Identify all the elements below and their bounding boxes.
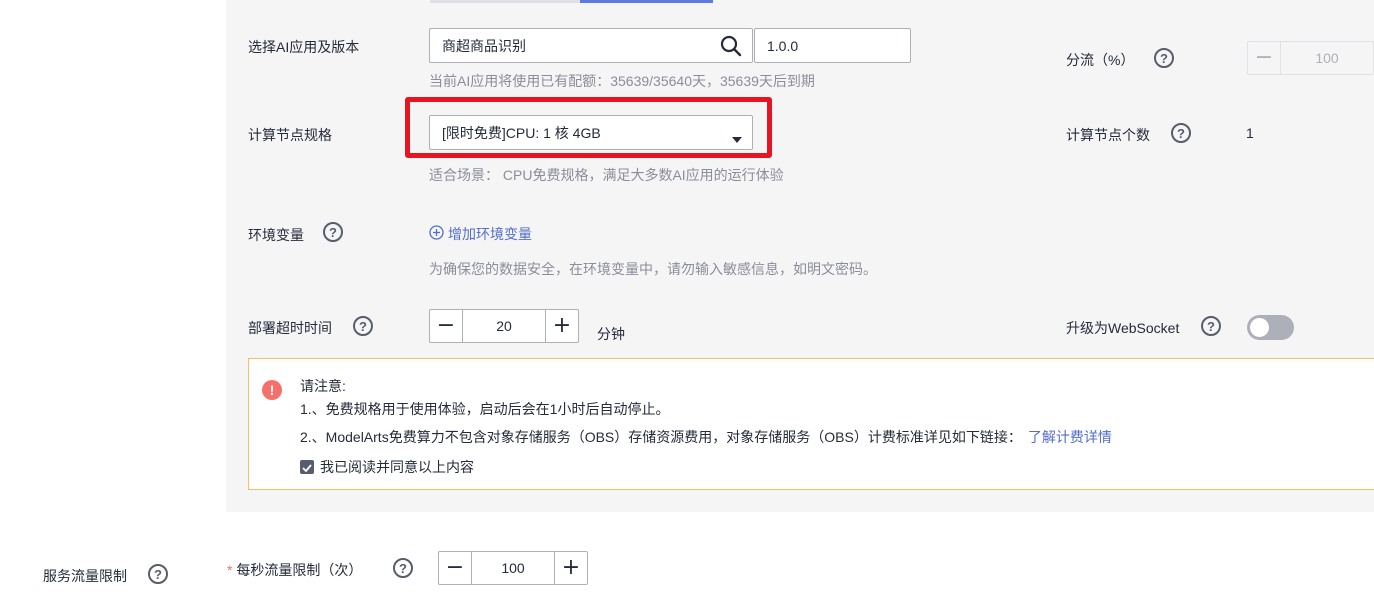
toggle-knob [1250,318,1269,337]
add-env-var-label[interactable]: 增加环境变量 [448,224,532,244]
traffic-split-label: 分流（%） [1066,52,1135,68]
help-icon[interactable]: ? [1171,123,1191,143]
required-mark: * 每秒流量限制（次） [227,560,362,580]
add-env-var-link[interactable]: 增加环境变量 [429,224,532,244]
minus-button[interactable]: − [430,310,462,342]
highlight-box [405,97,772,158]
node-count-value: 1 [1246,125,1254,141]
agree-label[interactable]: 我已阅读并同意以上内容 [320,457,474,477]
search-icon[interactable] [720,35,742,60]
plus-button[interactable]: + [555,552,587,584]
alert-icon: ! [262,380,282,400]
notice-title: 请注意: [300,378,346,394]
notice-line-2: 2.、ModelArts免费算力不包含对象存储服务（OBS）存储资源费用，对象存… [300,427,1112,447]
plus-circle-icon [429,225,444,243]
node-spec-hint: 适合场景： CPU免费规格，满足大多数AI应用的运行体验 [429,167,784,183]
notice-line-2-text: 2.、ModelArts免费算力不包含对象存储服务（OBS）存储资源费用，对象存… [300,429,1022,445]
notice-line-1: 1.、免费规格用于使用体验，启动后会在1小时后自动停止。 [300,401,670,417]
help-icon[interactable]: ? [148,564,168,584]
top-tab-indicator-active [580,0,713,3]
env-vars-label: 环境变量 [248,227,304,243]
deploy-timeout-value[interactable]: 20 [462,310,546,342]
rate-limit-label: 每秒流量限制（次） [236,562,363,578]
plus-button[interactable]: + [546,310,578,342]
websocket-label: 升级为WebSocket [1066,320,1180,336]
check-icon [302,459,312,475]
help-icon[interactable]: ? [393,558,413,578]
node-spec-label: 计算节点规格 [248,127,332,143]
minus-button[interactable]: − [1248,42,1280,74]
help-icon[interactable]: ? [1154,48,1174,68]
billing-details-link[interactable]: 了解计费详情 [1028,427,1112,447]
minus-button[interactable]: − [439,552,471,584]
help-icon[interactable]: ? [1201,316,1221,336]
app-select-value: 商超商品识别 [442,37,526,54]
help-icon[interactable]: ? [353,316,373,336]
help-icon[interactable]: ? [323,222,343,242]
node-count-label: 计算节点个数 [1066,127,1150,143]
traffic-split-stepper[interactable]: − 100 [1247,41,1374,75]
rate-limit-value[interactable]: 100 [471,552,555,584]
websocket-toggle[interactable] [1247,315,1294,340]
deploy-timeout-stepper[interactable]: − 20 + [429,309,579,343]
app-select-input[interactable]: 商超商品识别 [429,28,753,63]
quota-hint: 当前AI应用将使用已有配额：35639/35640天，35639天后到期 [429,73,815,89]
agree-checkbox[interactable] [300,460,314,474]
app-version-label: 选择AI应用及版本 [248,39,360,55]
rate-limit-stepper[interactable]: − 100 + [438,551,588,585]
deploy-timeout-label: 部署超时时间 [248,320,332,336]
traffic-limit-section-label: 服务流量限制 [43,568,127,584]
traffic-split-value[interactable]: 100 [1280,42,1373,74]
version-input[interactable]: 1.0.0 [754,28,911,63]
top-tab-indicator [430,0,580,3]
env-vars-hint: 为确保您的数据安全，在环境变量中，请勿输入敏感信息，如明文密码。 [429,261,877,277]
required-star: * [227,562,233,578]
deploy-timeout-unit: 分钟 [597,326,625,342]
